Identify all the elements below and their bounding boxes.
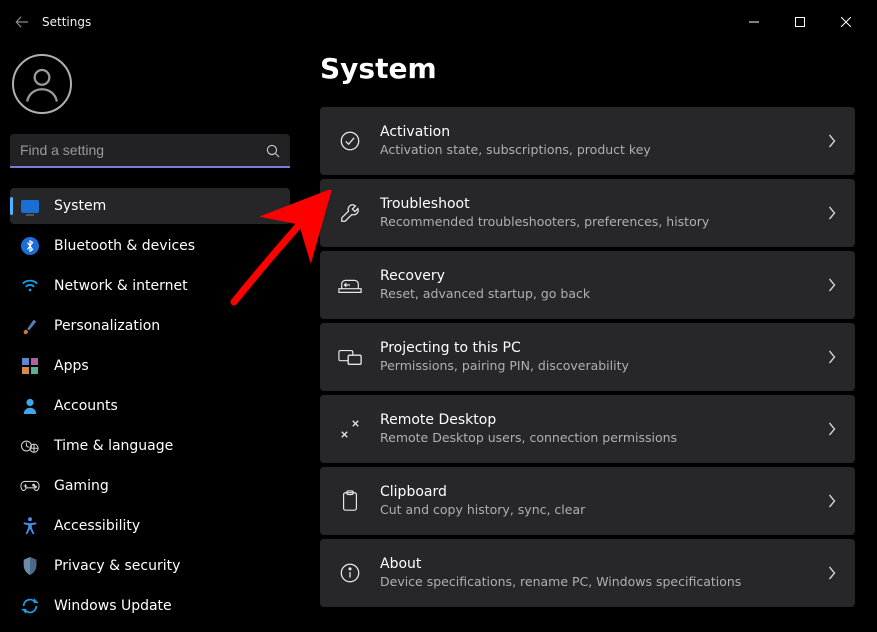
page-title: System: [320, 52, 855, 85]
sidebar-item-bluetooth[interactable]: Bluetooth & devices: [10, 228, 290, 264]
sidebar-item-accessibility[interactable]: Accessibility: [10, 508, 290, 544]
sidebar-item-privacy[interactable]: Privacy & security: [10, 548, 290, 584]
card-text: Clipboard Cut and copy history, sync, cl…: [380, 483, 827, 518]
system-icon: [20, 196, 40, 216]
recovery-icon: [338, 273, 362, 297]
sidebar-item-label: Windows Update: [54, 598, 172, 614]
card-text: Projecting to this PC Permissions, pairi…: [380, 339, 827, 374]
card-subtitle: Permissions, pairing PIN, discoverabilit…: [380, 358, 827, 374]
card-clipboard[interactable]: Clipboard Cut and copy history, sync, cl…: [320, 467, 855, 535]
minimize-button[interactable]: [731, 7, 777, 37]
sidebar-item-apps[interactable]: Apps: [10, 348, 290, 384]
sidebar-item-label: Personalization: [54, 318, 160, 334]
sidebar: System Bluetooth & devices Network & int…: [0, 44, 300, 632]
card-troubleshoot[interactable]: Troubleshoot Recommended troubleshooters…: [320, 179, 855, 247]
clock-globe-icon: [20, 436, 40, 456]
sidebar-item-personalization[interactable]: Personalization: [10, 308, 290, 344]
card-about[interactable]: About Device specifications, rename PC, …: [320, 539, 855, 607]
sidebar-item-network[interactable]: Network & internet: [10, 268, 290, 304]
projecting-icon: [338, 345, 362, 369]
sidebar-item-label: Accessibility: [54, 518, 140, 534]
card-text: Recovery Reset, advanced startup, go bac…: [380, 267, 827, 302]
update-icon: [20, 596, 40, 616]
settings-list: Activation Activation state, subscriptio…: [320, 107, 855, 607]
search-icon: [266, 144, 280, 158]
card-recovery[interactable]: Recovery Reset, advanced startup, go bac…: [320, 251, 855, 319]
gamepad-icon: [20, 476, 40, 496]
sidebar-item-label: Privacy & security: [54, 558, 180, 574]
chevron-right-icon: [827, 566, 837, 580]
card-subtitle: Device specifications, rename PC, Window…: [380, 574, 827, 590]
sidebar-item-label: System: [54, 198, 106, 214]
sidebar-item-label: Bluetooth & devices: [54, 238, 195, 254]
card-activation[interactable]: Activation Activation state, subscriptio…: [320, 107, 855, 175]
sidebar-item-label: Network & internet: [54, 278, 188, 294]
close-button[interactable]: [823, 7, 869, 37]
paintbrush-icon: [20, 316, 40, 336]
sidebar-item-label: Time & language: [54, 438, 173, 454]
clipboard-icon: [338, 489, 362, 513]
chevron-right-icon: [827, 134, 837, 148]
profile-row[interactable]: [10, 52, 290, 116]
sidebar-item-gaming[interactable]: Gaming: [10, 468, 290, 504]
apps-icon: [20, 356, 40, 376]
app-title: Settings: [42, 15, 91, 29]
shield-icon: [20, 556, 40, 576]
card-subtitle: Cut and copy history, sync, clear: [380, 502, 827, 518]
sidebar-item-label: Gaming: [54, 478, 109, 494]
card-subtitle: Reset, advanced startup, go back: [380, 286, 827, 302]
bluetooth-icon: [20, 236, 40, 256]
back-button[interactable]: [8, 8, 36, 36]
nav-list: System Bluetooth & devices Network & int…: [10, 188, 290, 624]
window-controls: [731, 7, 869, 37]
card-title: Troubleshoot: [380, 195, 827, 213]
main-panel: System Activation Activation state, subs…: [300, 44, 877, 632]
card-text: Remote Desktop Remote Desktop users, con…: [380, 411, 827, 446]
titlebar: Settings: [0, 0, 877, 44]
remote-desktop-icon: [338, 417, 362, 441]
card-title: Projecting to this PC: [380, 339, 827, 357]
chevron-right-icon: [827, 206, 837, 220]
card-text: About Device specifications, rename PC, …: [380, 555, 827, 590]
sidebar-item-accounts[interactable]: Accounts: [10, 388, 290, 424]
card-title: About: [380, 555, 827, 573]
chevron-right-icon: [827, 350, 837, 364]
search-input[interactable]: [10, 134, 290, 168]
sidebar-item-label: Apps: [54, 358, 89, 374]
card-text: Troubleshoot Recommended troubleshooters…: [380, 195, 827, 230]
card-title: Recovery: [380, 267, 827, 285]
card-title: Activation: [380, 123, 827, 141]
card-title: Clipboard: [380, 483, 827, 501]
card-title: Remote Desktop: [380, 411, 827, 429]
person-icon: [20, 396, 40, 416]
wifi-icon: [20, 276, 40, 296]
chevron-right-icon: [827, 278, 837, 292]
info-icon: [338, 561, 362, 585]
card-subtitle: Activation state, subscriptions, product…: [380, 142, 827, 158]
sidebar-item-time[interactable]: Time & language: [10, 428, 290, 464]
search-field[interactable]: [10, 134, 290, 168]
card-remote-desktop[interactable]: Remote Desktop Remote Desktop users, con…: [320, 395, 855, 463]
maximize-button[interactable]: [777, 7, 823, 37]
sidebar-item-label: Accounts: [54, 398, 118, 414]
avatar: [12, 54, 72, 114]
wrench-icon: [338, 201, 362, 225]
sidebar-item-system[interactable]: System: [10, 188, 290, 224]
card-subtitle: Recommended troubleshooters, preferences…: [380, 214, 827, 230]
sidebar-item-update[interactable]: Windows Update: [10, 588, 290, 624]
chevron-right-icon: [827, 422, 837, 436]
activation-icon: [338, 129, 362, 153]
card-subtitle: Remote Desktop users, connection permiss…: [380, 430, 827, 446]
card-projecting[interactable]: Projecting to this PC Permissions, pairi…: [320, 323, 855, 391]
chevron-right-icon: [827, 494, 837, 508]
card-text: Activation Activation state, subscriptio…: [380, 123, 827, 158]
accessibility-icon: [20, 516, 40, 536]
